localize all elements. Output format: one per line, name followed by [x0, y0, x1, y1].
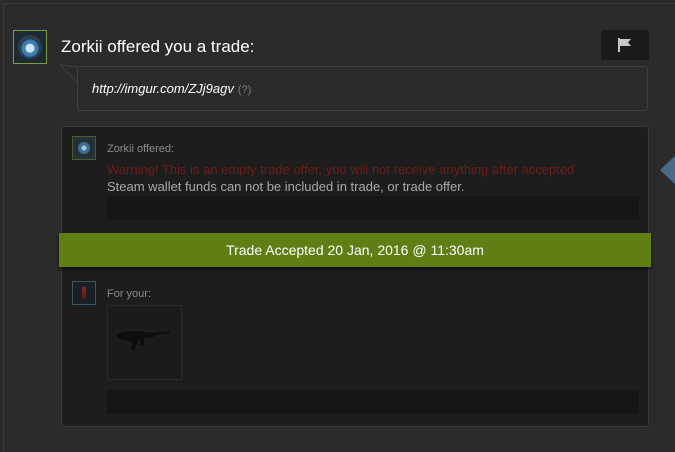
trade-item-tile[interactable]	[107, 305, 182, 380]
message-bubble: http://imgur.com/ZJj9agv (?)	[77, 66, 648, 111]
rifle-icon	[115, 329, 172, 352]
wallet-note: Steam wallet funds can not be included i…	[107, 179, 465, 194]
received-items-slot	[107, 390, 639, 414]
offerer-avatar[interactable]	[72, 136, 96, 160]
avatar-image	[78, 142, 90, 154]
flag-icon	[618, 38, 631, 52]
report-button[interactable]	[601, 30, 649, 60]
empty-offer-warning: Warning! This is an empty trade offer, y…	[107, 162, 575, 177]
offered-items-slot	[107, 196, 639, 220]
triangle-left-icon[interactable]	[660, 155, 675, 185]
avatar-image	[82, 287, 86, 299]
message-content: http://imgur.com/ZJj9agv (?)	[92, 81, 251, 96]
trade-offer-title: Zorkii offered you a trade:	[61, 37, 255, 56]
message-link[interactable]: http://imgur.com/ZJj9agv	[92, 81, 234, 96]
sender-avatar[interactable]	[13, 30, 47, 64]
for-your-label: For your:	[107, 288, 152, 300]
link-help[interactable]: (?)	[238, 84, 251, 96]
avatar-image	[18, 35, 42, 59]
trade-accepted-banner: Trade Accepted 20 Jan, 2016 @ 11:30am	[59, 233, 651, 267]
your-avatar[interactable]	[72, 281, 96, 305]
offered-label: Zorkii offered:	[107, 143, 175, 155]
trade-accepted-text: Trade Accepted 20 Jan, 2016 @ 11:30am	[226, 242, 484, 258]
